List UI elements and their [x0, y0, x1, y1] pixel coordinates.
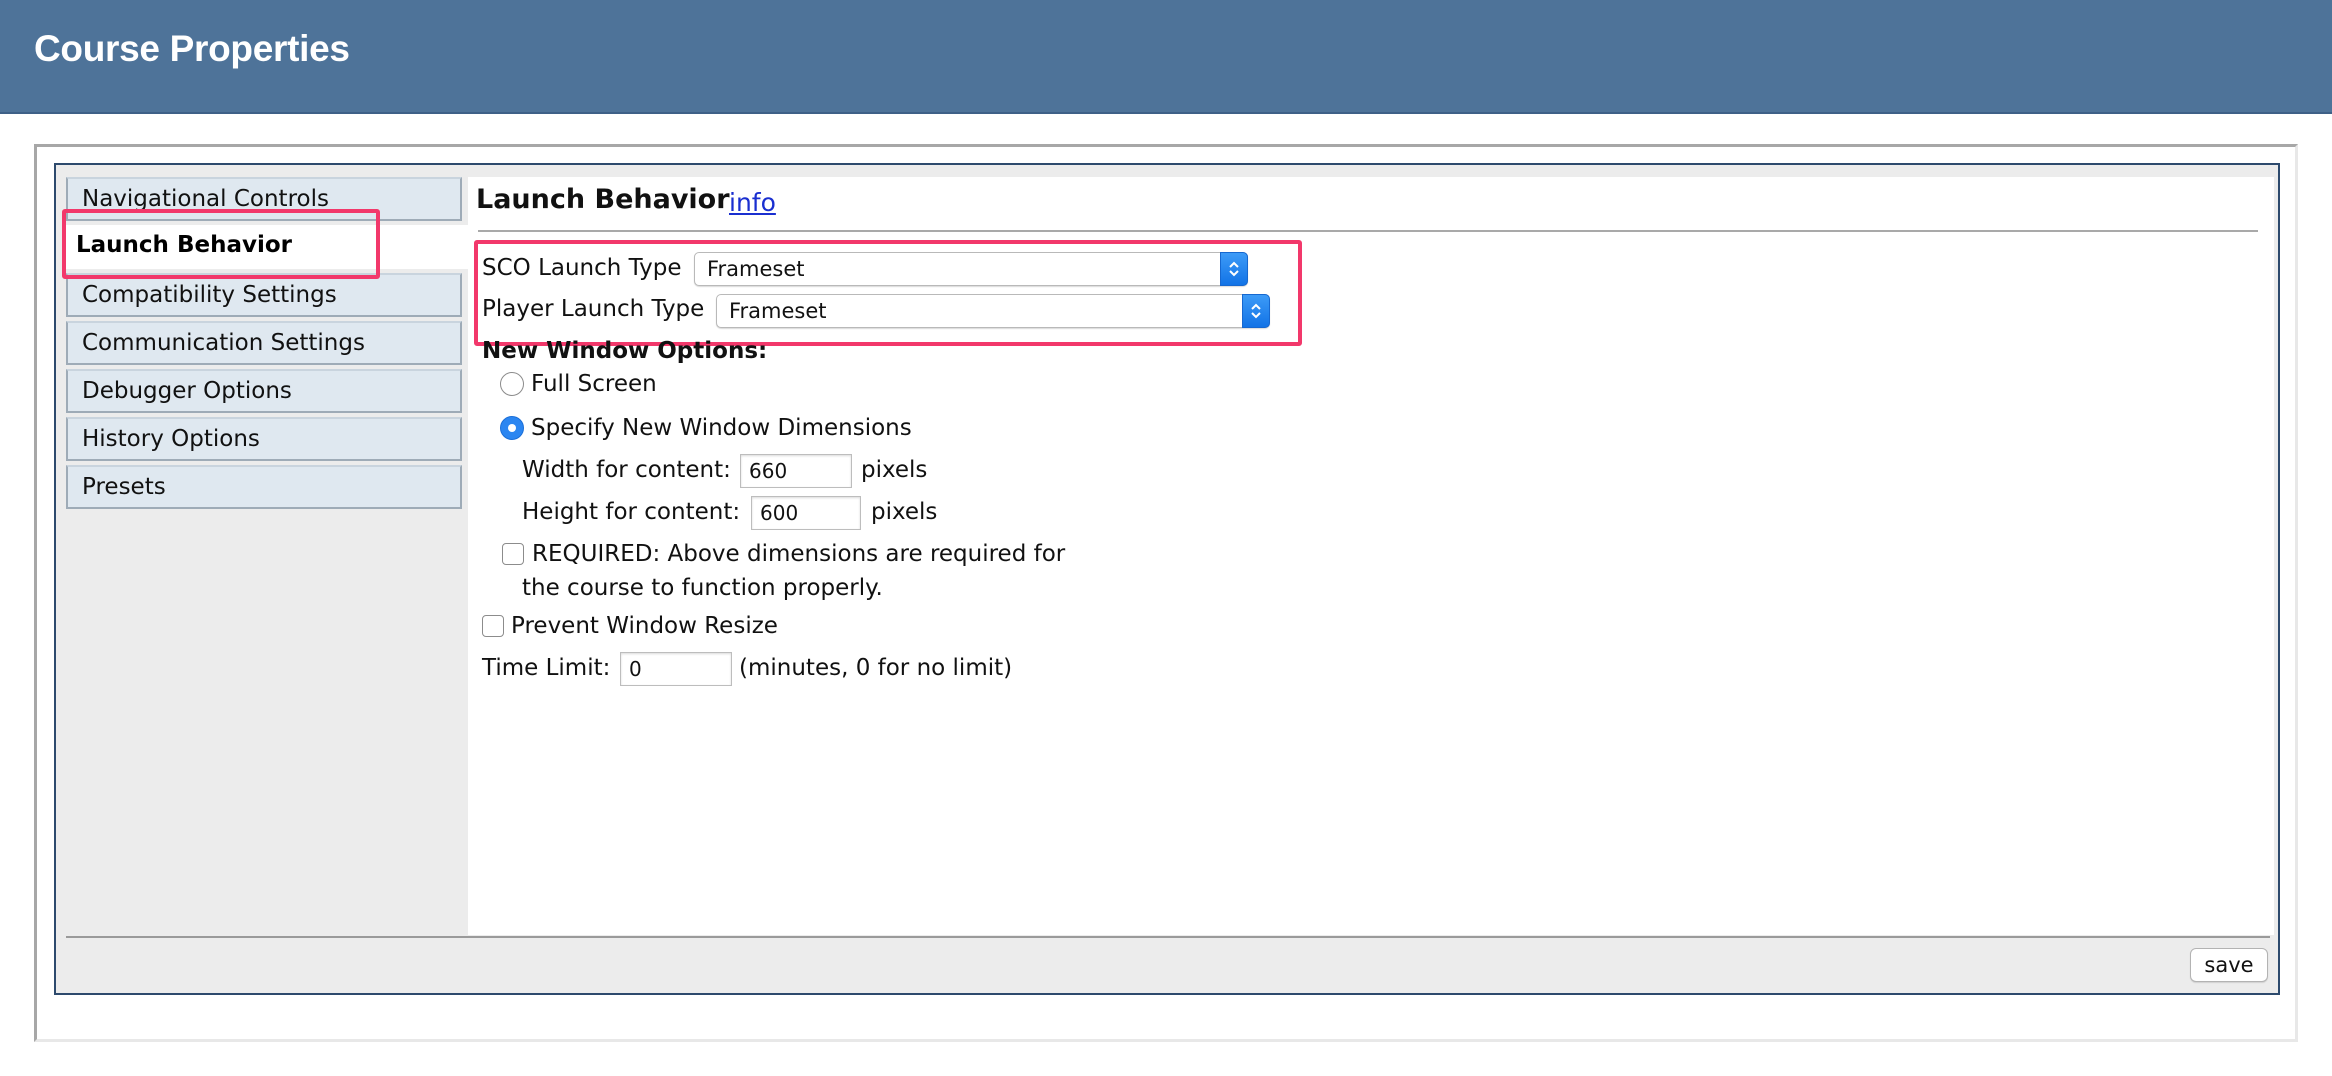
footer-divider — [66, 936, 2270, 938]
sco-launch-type-select[interactable]: Frameset — [694, 252, 1248, 286]
required-text-line1: REQUIRED: Above dimensions are required … — [532, 541, 1066, 567]
properties-dialog: Navigational Controls Launch Behavior Co… — [54, 163, 2280, 995]
sidebar-item-presets[interactable]: Presets — [66, 465, 462, 509]
height-input[interactable] — [751, 496, 861, 530]
height-label: Height for content: — [522, 499, 741, 525]
full-screen-radio[interactable] — [500, 372, 524, 396]
height-unit: pixels — [871, 499, 938, 525]
time-limit-note: (minutes, 0 for no limit) — [739, 655, 1013, 681]
player-launch-type-label: Player Launch Type — [482, 296, 705, 322]
section-divider — [478, 230, 2258, 232]
specify-dimensions-label: Specify New Window Dimensions — [531, 415, 912, 441]
sidebar-item-communication-settings[interactable]: Communication Settings — [66, 321, 462, 365]
width-label: Width for content: — [522, 457, 731, 483]
full-screen-label: Full Screen — [531, 371, 657, 397]
specify-dimensions-radio[interactable] — [500, 416, 524, 440]
sco-launch-type-value: Frameset — [707, 257, 805, 281]
sidebar-item-navigational-controls[interactable]: Navigational Controls — [66, 177, 462, 221]
width-unit: pixels — [861, 457, 928, 483]
required-checkbox[interactable] — [502, 543, 524, 565]
info-link[interactable]: info — [729, 188, 776, 217]
header-bar: Course Properties — [0, 0, 2332, 114]
chevron-updown-icon — [1242, 294, 1270, 328]
sidebar-item-launch-behavior[interactable]: Launch Behavior — [62, 225, 470, 269]
prevent-resize-label: Prevent Window Resize — [511, 613, 778, 639]
page-title: Course Properties — [34, 28, 350, 69]
new-window-options-heading: New Window Options: — [482, 338, 768, 364]
sco-launch-type-label: SCO Launch Type — [482, 255, 682, 281]
sidebar-item-debugger-options[interactable]: Debugger Options — [66, 369, 462, 413]
time-limit-input[interactable] — [620, 652, 732, 686]
player-launch-type-select[interactable]: Frameset — [716, 294, 1270, 328]
width-input[interactable] — [740, 454, 852, 488]
save-button[interactable]: save — [2190, 948, 2268, 982]
chevron-updown-icon — [1220, 252, 1248, 286]
section-title: Launch Behavior — [476, 184, 730, 215]
required-text-line2: the course to function properly. — [522, 575, 883, 601]
sidebar-item-compatibility-settings[interactable]: Compatibility Settings — [66, 273, 462, 317]
prevent-resize-checkbox[interactable] — [482, 615, 504, 637]
time-limit-label: Time Limit: — [482, 655, 611, 681]
sidebar-item-history-options[interactable]: History Options — [66, 417, 462, 461]
player-launch-type-value: Frameset — [729, 299, 827, 323]
